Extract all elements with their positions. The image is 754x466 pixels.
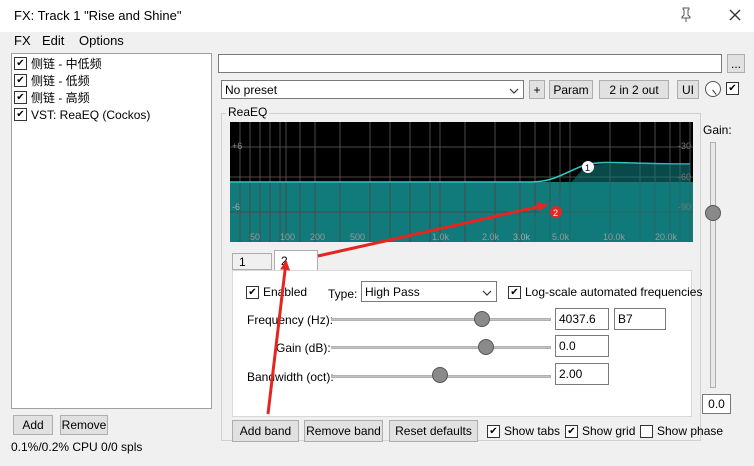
- frequency-field[interactable]: 4037.6: [555, 308, 609, 330]
- log-scale-toggle[interactable]: Log-scale automated frequencies: [508, 285, 702, 299]
- show-tabs-toggle[interactable]: Show tabs: [487, 424, 560, 438]
- gain-slider-thumb[interactable]: [705, 205, 721, 221]
- chevron-down-icon: [482, 285, 496, 299]
- tab-band-2[interactable]: 2: [274, 250, 318, 271]
- x-tick-label: 50: [250, 232, 260, 242]
- fx-item-label: 侧链 - 中低频: [31, 57, 102, 71]
- frequency-slider-track[interactable]: [331, 318, 551, 321]
- chevron-down-icon: [509, 83, 523, 97]
- band-panel: Enabled Type: High Pass Log-scale automa…: [232, 270, 702, 417]
- gain-db-label: Gain (dB):: [276, 341, 331, 355]
- remove-band-button[interactable]: Remove band: [304, 420, 383, 442]
- gain-label: Gain:: [703, 123, 732, 137]
- menu-options[interactable]: Options: [79, 33, 124, 48]
- type-dropdown[interactable]: High Pass: [361, 281, 497, 302]
- band-marker-2-label: 2: [553, 208, 558, 218]
- param-button[interactable]: Param: [549, 80, 593, 99]
- bandwidth-label: Bandwidth (oct):: [247, 370, 334, 384]
- show-phase-toggle[interactable]: Show phase: [640, 424, 723, 438]
- add-band-button[interactable]: Add band: [232, 420, 299, 442]
- x-tick-label: 1.0k: [432, 232, 450, 242]
- more-button[interactable]: ...: [727, 54, 745, 73]
- band-enabled-label: Enabled: [263, 285, 308, 299]
- show-grid-label: Show grid: [582, 424, 636, 438]
- show-tabs-checkbox[interactable]: [487, 424, 500, 438]
- show-tabs-label: Show tabs: [504, 424, 561, 438]
- gain-value-field[interactable]: 0.0: [702, 394, 731, 414]
- band-gain-field[interactable]: 0.0: [555, 335, 609, 357]
- x-tick-label: 100: [280, 232, 295, 242]
- eq-graph-svg: +6 -6 -30 -60 -90 50 100 200 500 1.0k 2.0k 5.0k 10.0…: [230, 122, 693, 242]
- band-gain-slider-track[interactable]: [331, 346, 551, 349]
- bypass-checkbox[interactable]: [726, 82, 739, 95]
- x-tick-label: 20.0k: [655, 232, 678, 242]
- menu-fx[interactable]: FX: [14, 33, 31, 48]
- preset-value: No preset: [225, 82, 278, 97]
- x-tick-label: 500: [350, 232, 365, 242]
- pin-icon[interactable]: [675, 3, 697, 27]
- y-tick-label: -6: [232, 202, 240, 212]
- band-enabled-checkbox[interactable]: [246, 285, 259, 299]
- x-tick-label: 3.0k: [513, 232, 531, 242]
- fx-enable-checkbox[interactable]: [14, 91, 27, 104]
- y-tick-label-right: -90: [678, 202, 691, 212]
- bandwidth-slider-thumb[interactable]: [432, 367, 448, 383]
- eq-graph[interactable]: +6 -6 -30 -60 -90 50 100 200 500 1.0k 2.0k 5.0k 10.0…: [230, 122, 693, 242]
- preset-dropdown[interactable]: No preset: [221, 80, 524, 99]
- note-field[interactable]: B7: [614, 308, 666, 330]
- reset-defaults-button[interactable]: Reset defaults: [389, 420, 478, 442]
- type-value: High Pass: [365, 284, 420, 299]
- fx-enable-checkbox[interactable]: [14, 108, 27, 121]
- fx-item-label: 侧链 - 高频: [31, 91, 90, 105]
- menu-bar: FX Edit Options: [0, 32, 754, 52]
- fx-item-label: VST: ReaEQ (Cockos): [31, 107, 151, 122]
- menu-edit[interactable]: Edit: [42, 33, 64, 48]
- fx-item[interactable]: VST: ReaEQ (Cockos): [14, 106, 150, 123]
- cpu-status: 0.1%/0.2% CPU 0/0 spls: [11, 440, 143, 454]
- window-title: FX: Track 1 "Rise and Shine": [14, 8, 182, 23]
- y-tick-label: +6: [232, 141, 242, 151]
- x-tick-label: 5.0k: [552, 232, 570, 242]
- show-grid-checkbox[interactable]: [565, 424, 578, 438]
- log-scale-checkbox[interactable]: [508, 285, 521, 299]
- tab-band-1[interactable]: 1: [232, 253, 272, 270]
- x-tick-label: 10.0k: [603, 232, 626, 242]
- wet-knob[interactable]: [705, 81, 721, 97]
- fx-enable-checkbox[interactable]: [14, 57, 27, 70]
- fx-item[interactable]: 侧链 - 高频: [14, 89, 90, 106]
- y-tick-label-right: -60: [678, 172, 691, 182]
- fx-name-field[interactable]: [218, 54, 722, 73]
- fx-chain-list[interactable]: 侧链 - 中低频 侧链 - 低频 侧链 - 高频 VST: ReaEQ (Coc…: [11, 53, 212, 409]
- ui-button[interactable]: UI: [677, 80, 699, 99]
- add-preset-button[interactable]: +: [529, 80, 545, 99]
- fx-item-label: 侧链 - 低频: [31, 74, 90, 88]
- remove-fx-button[interactable]: Remove: [60, 415, 108, 435]
- title-bar: FX: Track 1 "Rise and Shine": [0, 0, 754, 32]
- plugin-name: ReaEQ: [226, 105, 270, 119]
- io-button[interactable]: 2 in 2 out: [599, 80, 669, 99]
- band-enabled-toggle[interactable]: Enabled: [246, 285, 307, 299]
- show-phase-label: Show phase: [657, 424, 724, 438]
- gain-slider-track[interactable]: [710, 142, 716, 388]
- frequency-label: Frequency (Hz):: [247, 313, 334, 327]
- y-tick-label-right: -30: [678, 141, 691, 151]
- fx-item[interactable]: 侧链 - 中低频: [14, 55, 102, 72]
- show-grid-toggle[interactable]: Show grid: [565, 424, 635, 438]
- frequency-slider-thumb[interactable]: [474, 311, 490, 327]
- log-scale-label: Log-scale automated frequencies: [525, 285, 703, 299]
- add-fx-button[interactable]: Add: [13, 415, 53, 435]
- close-icon[interactable]: [724, 3, 746, 27]
- band-gain-slider-thumb[interactable]: [478, 339, 494, 355]
- knob-indicator: [712, 89, 717, 95]
- type-label: Type:: [328, 287, 358, 301]
- show-phase-checkbox[interactable]: [640, 424, 653, 438]
- x-tick-label: 2.0k: [482, 232, 500, 242]
- x-tick-label: 200: [310, 232, 325, 242]
- fx-item[interactable]: 侧链 - 低频: [14, 72, 90, 89]
- band-marker-1-label: 1: [585, 163, 590, 173]
- bandwidth-field[interactable]: 2.00: [555, 363, 609, 385]
- fx-enable-checkbox[interactable]: [14, 74, 27, 87]
